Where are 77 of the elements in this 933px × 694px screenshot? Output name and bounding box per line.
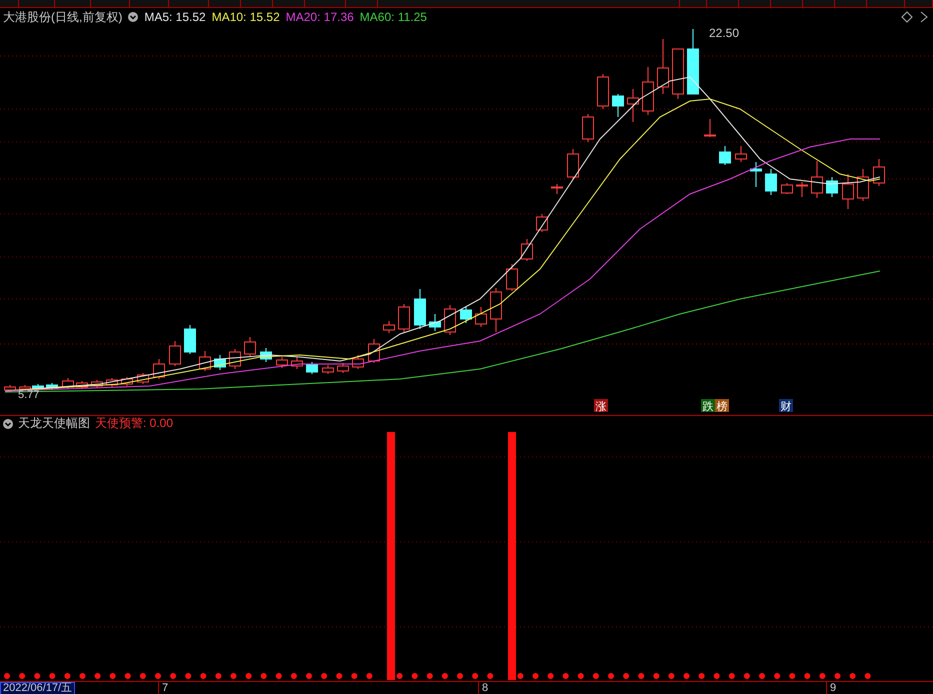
candlestick [199,350,211,372]
dropdown-icon[interactable] [3,418,13,429]
axis-tick-label: 8 [478,682,488,694]
candlestick [106,377,118,388]
candlestick [121,376,133,386]
candlestick [687,28,699,94]
candlestick [153,358,165,380]
candlestick [704,118,716,138]
event-marker[interactable]: 涨 [594,398,608,413]
candlestick [873,158,885,186]
candlestick [842,173,854,210]
candlestick [91,379,103,388]
candlestick [4,384,16,392]
axis-tick-label: 9 [826,682,836,694]
candlestick [475,306,487,328]
candlestick [337,362,349,374]
candlestick [750,161,762,188]
candlestick [46,382,58,390]
candlestick [642,66,654,116]
event-marker[interactable]: 财 [779,398,793,413]
high-price-label: 22.50 [709,26,740,40]
candlestick [811,160,823,198]
candlestick [551,183,563,194]
chart-title: 大港股份(日线,前复权) [3,8,122,26]
candlestick [414,288,426,330]
candlestick [244,336,256,358]
candlestick [765,168,777,196]
candlestick [306,361,318,374]
candlestick [383,320,395,334]
candlestick [612,93,624,118]
indicator-reading: 天使预警: 0.00 [95,415,174,432]
event-marker[interactable]: 榜 [715,398,729,413]
axis-tick-label: 7 [158,682,168,694]
candlestick [672,48,684,100]
candlestick [796,181,808,198]
candlestick [719,145,731,166]
moving-average-label: MA20: 17.36 [286,10,354,24]
candlestick [781,182,793,194]
moving-average-label: MA60: 11.25 [360,10,427,24]
indicator-title: 天龙天使幅图 [18,415,90,432]
candlestick [291,356,303,370]
candlestick [276,356,288,368]
candlestick [169,340,181,366]
candlestick [229,348,241,370]
low-price-label: 5.77 [18,388,40,401]
candlestick [429,313,441,332]
candlestick [76,380,88,390]
candlestick [582,113,594,142]
candlestick [444,304,456,336]
candlestick [460,306,472,324]
candlestick [184,324,196,354]
event-marker[interactable]: 跌 [701,398,715,413]
caret-icon[interactable] [919,11,929,24]
candlestick [826,176,838,198]
candlestick [657,38,669,94]
date-label: 2022/06/17/五 [0,682,76,694]
moving-average-label: MA5: 15.52 [144,10,206,24]
candlestick [214,354,226,370]
candlestick [322,364,334,374]
candlestick [536,213,548,232]
candlestick [398,303,410,332]
candlestick [506,263,518,292]
candlestick [352,354,364,370]
candlestick [368,338,380,364]
candlestick [260,347,272,362]
candlestick [62,377,74,390]
candlestick [567,148,579,180]
dropdown-icon[interactable] [128,12,138,22]
candlestick [857,168,869,202]
candlestick [735,145,747,162]
candlestick [521,238,533,262]
candlestick [490,287,502,332]
candlestick [597,73,609,110]
moving-average-label: MA10: 15.52 [212,10,280,24]
diamond-icon[interactable] [901,11,913,24]
candlestick [627,88,639,122]
candlestick [137,372,149,384]
